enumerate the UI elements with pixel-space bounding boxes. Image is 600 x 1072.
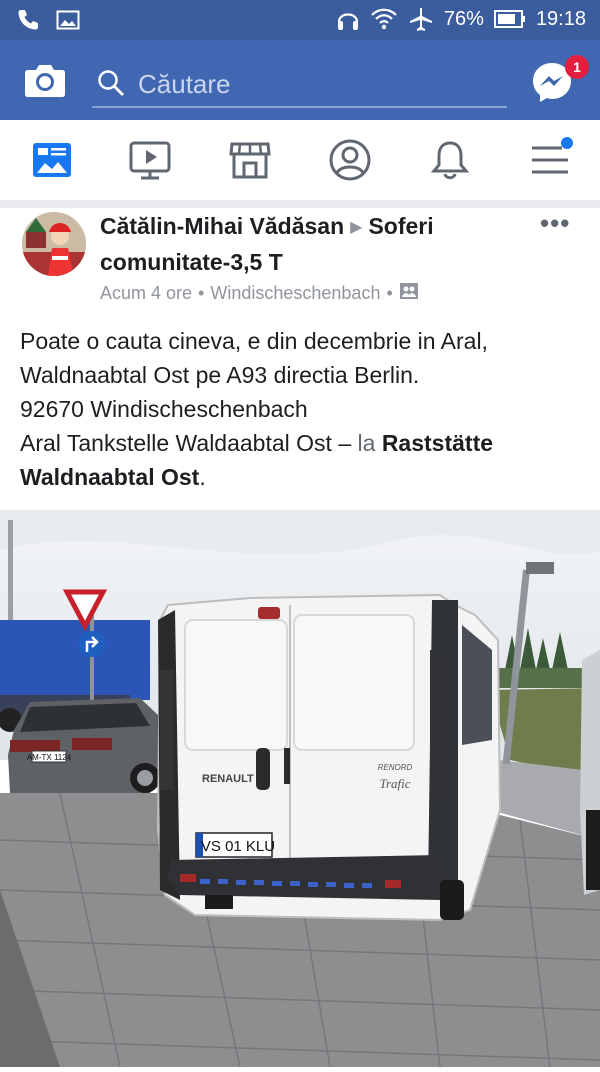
checkin-place-link[interactable]: Raststätte (382, 430, 493, 456)
top-bar (0, 40, 600, 120)
meta-separator: • (198, 283, 205, 303)
headphones-icon (336, 6, 360, 32)
messenger-badge: 1 (565, 55, 589, 79)
feed-divider (0, 200, 600, 208)
search-box[interactable] (92, 62, 507, 108)
van-badge-text: RENORD (378, 763, 413, 772)
van-model-text: Trafic (379, 776, 410, 791)
post-text-period: . (199, 464, 206, 490)
car-license-plate: AM-TX 1124 (27, 753, 72, 762)
wifi-icon (370, 7, 398, 31)
search-input[interactable] (136, 66, 500, 102)
nav-bar (0, 120, 600, 201)
menu-notification-dot (561, 137, 573, 149)
phone-icon (16, 8, 40, 32)
post-text-line: Waldnaabtal Ost. (20, 460, 585, 494)
watch-icon[interactable] (128, 138, 172, 182)
post-author-line: Cătălin-Mihai Vădăsan ▶ Soferi comunitate-… (100, 210, 530, 279)
van-photo-illustration: AM-TX 1124 RENAULT RENORD Trafic VS 01 K… (0, 510, 600, 1068)
post-text-line: 92670 Windischeschenbach (20, 396, 308, 422)
post-text-line: Waldnaabtal Ost pe A93 directia Berlin. (20, 362, 420, 388)
group-audience-icon (399, 282, 419, 305)
van-brand-text: RENAULT (202, 773, 254, 785)
clock: 19:18 (535, 7, 586, 30)
airplane-icon (408, 6, 434, 32)
battery-icon (493, 9, 526, 29)
author-name[interactable]: Cătălin-Mihai Vădăsan (100, 213, 344, 239)
post-text-fragment: Aral Tankstelle Waldaabtal Ost (20, 430, 332, 456)
search-icon (96, 68, 126, 103)
post-time[interactable]: Acum 4 ore (100, 283, 192, 304)
camera-icon[interactable] (24, 60, 66, 100)
marketplace-icon[interactable] (228, 138, 272, 182)
image-icon (56, 10, 80, 30)
post-location[interactable]: Windischeschenbach (210, 283, 380, 304)
post-text-la: la (357, 430, 382, 456)
post-text: Poate o cauta cineva, e din decembrie in… (20, 324, 585, 494)
post-text-dash: – (331, 430, 358, 456)
post-photo[interactable]: AM-TX 1124 RENAULT RENORD Trafic VS 01 K… (0, 510, 600, 1068)
post-meta: Acum 4 ore • Windischeschenbach • (100, 282, 419, 305)
notifications-icon[interactable] (428, 138, 472, 182)
more-options-button[interactable]: ••• (540, 208, 570, 239)
news-feed-icon[interactable] (30, 138, 74, 182)
profile-icon[interactable] (328, 138, 372, 182)
post-text-line: Aral Tankstelle Waldaabtal Ost – la Rast… (20, 426, 585, 460)
meta-separator: • (386, 283, 393, 303)
status-bar: 76% 19:18 (0, 0, 600, 40)
post-text-line: Poate o cauta cineva, e din decembrie in… (20, 328, 488, 354)
battery-percent: 76% (443, 7, 484, 30)
checkin-place-link[interactable]: Waldnaabtal Ost (20, 464, 199, 490)
avatar[interactable] (22, 212, 86, 276)
share-arrow-icon: ▶ (350, 219, 363, 236)
van-license-plate: VS 01 KLU (201, 838, 275, 855)
